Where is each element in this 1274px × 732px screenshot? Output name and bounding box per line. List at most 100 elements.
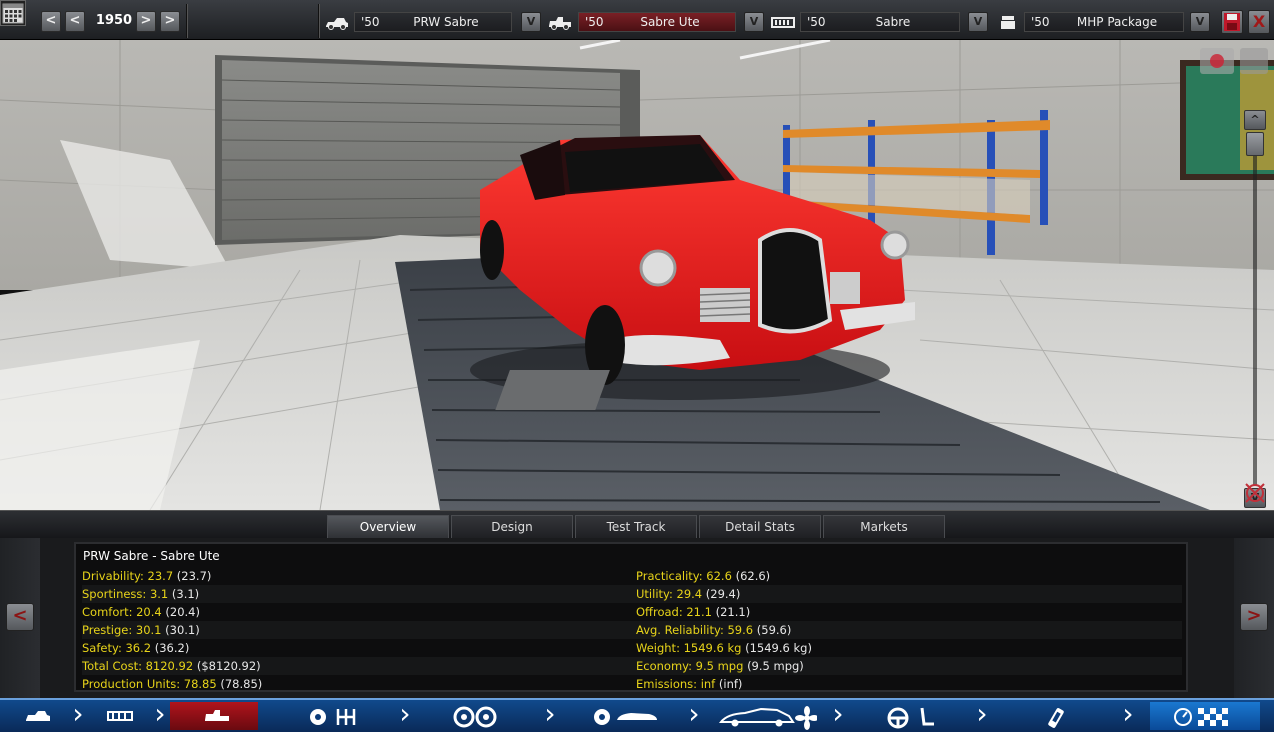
tab-test-track[interactable]: Test Track [575,515,697,539]
stat-emissions: Emissions: inf (inf) [636,675,1176,693]
stat-value: (21.1) [715,605,751,619]
engine-name: MHP Package [1076,15,1158,29]
chevron-right-icon: › [976,697,988,730]
right-nav-column: > [1234,538,1274,698]
scroll-up-button[interactable]: ^ [1244,110,1266,130]
fuel-icon [1048,708,1064,728]
stat-drivability: Drivability: 23.7 (23.7) [82,567,632,585]
chevron-right-icon: › [1122,697,1134,730]
save-icon[interactable] [1221,10,1243,34]
stat-label: Emissions: inf [636,677,716,691]
year-next-button[interactable]: > [136,11,156,32]
stat-value: ($8120.92) [196,659,261,673]
car-3d-viewport[interactable]: ^ V [0,40,1274,510]
year-prev-fast-button[interactable]: < [41,11,61,32]
stat-label: Production Units: 78.85 [82,677,217,691]
step-model[interactable] [170,702,258,730]
engine-dropdown-button[interactable]: V [1190,12,1210,32]
trim-name: Sabre [875,15,911,29]
overview-panel: PRW Sabre - Sabre Ute Drivability: 23.7 … [74,542,1188,692]
viewport-tools [1200,46,1270,106]
stat-value: (9.5 mpg) [747,659,804,673]
step-interior[interactable] [880,702,960,730]
stat-comfort: Comfort: 20.4 (20.4) [82,603,632,621]
tab-bar: Overview Design Test Track Detail Stats … [0,510,1274,539]
car-model-year: '50 [585,15,604,29]
year-display: 1950 [95,13,133,28]
stat-weight: Weight: 1549.6 kg (1549.6 kg) [636,639,1176,657]
year-prev-button[interactable]: < [65,11,85,32]
stat-value: (36.2) [154,641,190,655]
car-family-year: '50 [361,15,380,29]
step-fuel[interactable] [1030,702,1100,730]
engine-gearbox-icon [310,709,356,725]
chassis-icon [107,711,133,721]
design-step-bar: › › › › › › › › [0,698,1274,732]
next-page-button[interactable]: > [1240,603,1268,631]
chevron-right-icon: › [832,697,844,730]
calendar-icon[interactable] [0,0,26,26]
stat-value: (59.6) [756,623,792,637]
engine-year: '50 [1031,15,1050,29]
stat-value: (78.85) [220,677,263,691]
stat-label: Weight: 1549.6 kg [636,641,742,655]
car-family-icon [26,711,50,721]
engine-icon [995,12,1021,32]
tab-markets[interactable]: Markets [823,515,945,539]
car-model-select[interactable]: '50 Sabre Ute [578,12,736,32]
overview-title: PRW Sabre - Sabre Ute [83,549,220,563]
stat-value: (3.1) [171,587,200,601]
stat-label: Offroad: 21.1 [636,605,712,619]
stat-practicality: Practicality: 62.6 (62.6) [636,567,1176,585]
toolbar-divider [186,4,188,38]
stat-label: Prestige: 30.1 [82,623,162,637]
step-body[interactable] [712,702,822,730]
step-wheels[interactable] [445,702,525,730]
tab-detail-stats[interactable]: Detail Stats [699,515,821,539]
trim-select[interactable]: '50 Sabre [800,12,960,32]
trim-dropdown-button[interactable]: V [968,12,988,32]
stat-label: Drivability: 23.7 [82,569,174,583]
chevron-right-icon: › [544,697,556,730]
scroll-track[interactable] [1253,132,1257,486]
car-model-icon [547,12,573,32]
stat-label: Sportiness: 3.1 [82,587,169,601]
step-engine[interactable] [300,702,380,730]
step-finish[interactable] [1150,702,1260,730]
wheels-icon [453,706,497,728]
car-family-dropdown-button[interactable]: V [521,12,541,32]
stat-avg-reliability: Avg. Reliability: 59.6 (59.6) [636,621,1176,639]
prev-page-button[interactable]: < [6,603,34,631]
engine-select[interactable]: '50 MHP Package [1024,12,1184,32]
stat-value: (1549.6 kg) [745,641,812,655]
stat-safety: Safety: 36.2 (36.2) [82,639,632,657]
stat-value: (inf) [718,677,743,691]
car-family-name: PRW Sabre [413,15,479,29]
step-car-family[interactable] [10,702,65,730]
stat-label: Practicality: 62.6 [636,569,732,583]
stat-label: Economy: 9.5 mpg [636,659,744,673]
toolbar-divider [318,4,320,38]
tab-design[interactable]: Design [451,515,573,539]
scroll-thumb[interactable] [1246,132,1264,156]
viewport-scrollbar[interactable]: ^ V [1244,110,1268,510]
chevron-right-icon: › [399,697,411,730]
suspension-body-icon [594,709,657,725]
car-model-dropdown-button[interactable]: V [744,12,764,32]
stat-value: (29.4) [705,587,741,601]
car-family-select[interactable]: '50 PRW Sabre [354,12,512,32]
year-next-fast-button[interactable]: > [160,11,180,32]
chevron-right-icon: › [72,697,84,730]
tab-overview[interactable]: Overview [327,515,449,539]
step-chassis[interactable] [90,702,150,730]
trim-icon [770,12,796,32]
stat-value: (23.7) [176,569,212,583]
close-icon[interactable]: X [1248,10,1270,34]
top-toolbar: < < 1950 > > '50 PRW Sabre V '50 Sabre U… [0,0,1274,40]
reset-view-icon[interactable] [1240,480,1270,506]
trim-year: '50 [807,15,826,29]
garage-scene [0,40,1274,510]
step-suspension[interactable] [585,702,675,730]
stat-value: (20.4) [165,605,200,619]
model-icon [205,710,229,721]
